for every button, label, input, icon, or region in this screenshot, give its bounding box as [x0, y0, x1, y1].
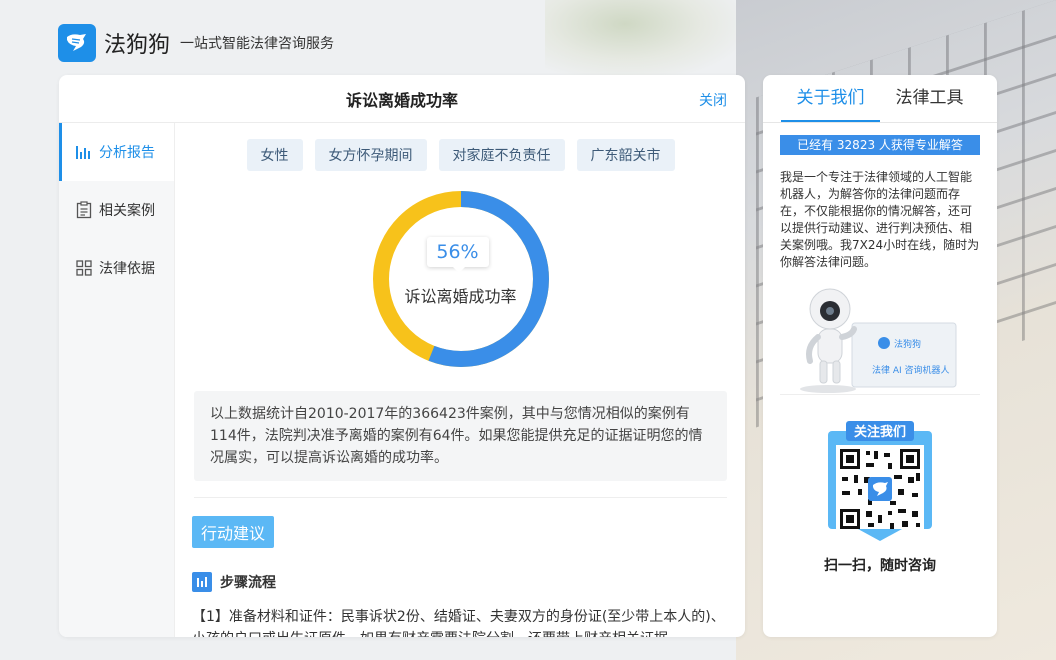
tag-gender[interactable]: 女性: [246, 139, 303, 171]
brand-slogan: 一站式智能法律咨询服务: [180, 36, 335, 52]
clipboard-icon: [75, 201, 93, 219]
steps-heading: 步骤流程: [192, 572, 745, 592]
sidebar-item-label: 相关案例: [99, 203, 155, 219]
statistics-summary: 以上数据统计自2010-2017年的366423件案例，其中与您情况相似的案例有…: [194, 391, 727, 481]
panel-header: 诉讼离婚成功率 关闭: [59, 75, 745, 123]
percent-bubble: 56%: [426, 237, 489, 273]
robot-sign-brand: 法狗狗: [894, 338, 921, 350]
donut-chart: [372, 191, 549, 367]
answered-count-banner: 已经有 32823 人获得专业解答: [780, 135, 980, 155]
sidebar-item-related-cases[interactable]: 相关案例: [59, 181, 174, 239]
logo-icon[interactable]: [58, 24, 96, 62]
tag-location[interactable]: 广东韶关市: [576, 139, 675, 171]
bar-chart-icon: [75, 143, 93, 161]
sidebar-item-label: 法律依据: [99, 261, 155, 277]
qr-caption: 扫一扫，随时咨询: [824, 558, 936, 574]
steps-heading-label: 步骤流程: [220, 575, 276, 591]
robot-intro-text: 我是一个专注于法律领域的人工智能机器人，为解答你的法律问题而存在，不仅能根据你的…: [780, 170, 980, 269]
qr-code-icon: 关注我们: [828, 421, 932, 541]
step-item: 【1】准备材料和证件：民事诉状2份、结婚证、夫妻双方的身份证(至少带上本人的)、…: [192, 609, 725, 637]
about-panel: 关于我们 法律工具 已经有 32823 人获得专业解答 我是一个专注于法律领域的…: [763, 75, 997, 637]
report-content: 女性 女方怀孕期间 对家庭不负责任 广东韶关市 56% 诉讼离婚成功率 以上数据…: [176, 123, 745, 637]
condition-tags: 女性 女方怀孕期间 对家庭不负责任 广东韶关市: [176, 139, 745, 171]
qr-title: 关注我们: [854, 424, 906, 440]
tag-irresponsible[interactable]: 对家庭不负责任: [438, 139, 565, 171]
donut-label: 诉讼离婚成功率: [404, 287, 517, 306]
panel-sidebar: 分析报告 相关案例 法律依据: [59, 123, 175, 637]
tag-pregnancy[interactable]: 女方怀孕期间: [314, 139, 427, 171]
tab-legal-tools[interactable]: 法律工具: [880, 75, 979, 122]
follow-us-qr[interactable]: 关注我们: [828, 421, 932, 541]
divider: [194, 497, 727, 498]
close-button[interactable]: 关闭: [699, 90, 727, 110]
sidebar-item-legal-basis[interactable]: 法律依据: [59, 239, 174, 297]
brand-name[interactable]: 法狗狗: [104, 27, 170, 59]
action-advice-heading: 行动建议: [192, 516, 275, 548]
tab-about-us[interactable]: 关于我们: [781, 75, 880, 122]
sidebar-item-analysis-report[interactable]: 分析报告: [59, 123, 174, 181]
panel-title: 诉讼离婚成功率: [345, 90, 458, 110]
success-rate-donut: 56% 诉讼离婚成功率: [371, 189, 551, 369]
robot-icon: 法狗狗 法律 AI 咨询机器人: [800, 288, 957, 393]
about-tabs: 关于我们 法律工具: [763, 75, 997, 123]
bar-chart-icon: [192, 572, 212, 592]
robot-illustration: 法狗狗 法律 AI 咨询机器人: [780, 285, 980, 395]
robot-sign-text: 法律 AI 咨询机器人: [872, 364, 950, 376]
sidebar-item-label: 分析报告: [99, 145, 155, 161]
grid-icon: [75, 259, 93, 277]
site-header: 法狗狗 一站式智能法律咨询服务: [58, 24, 334, 62]
background-plant: [545, 0, 745, 80]
analysis-panel: 诉讼离婚成功率 关闭 分析报告 相关案例 法律依据 女性 女方怀孕期间 对家庭不…: [59, 75, 745, 637]
